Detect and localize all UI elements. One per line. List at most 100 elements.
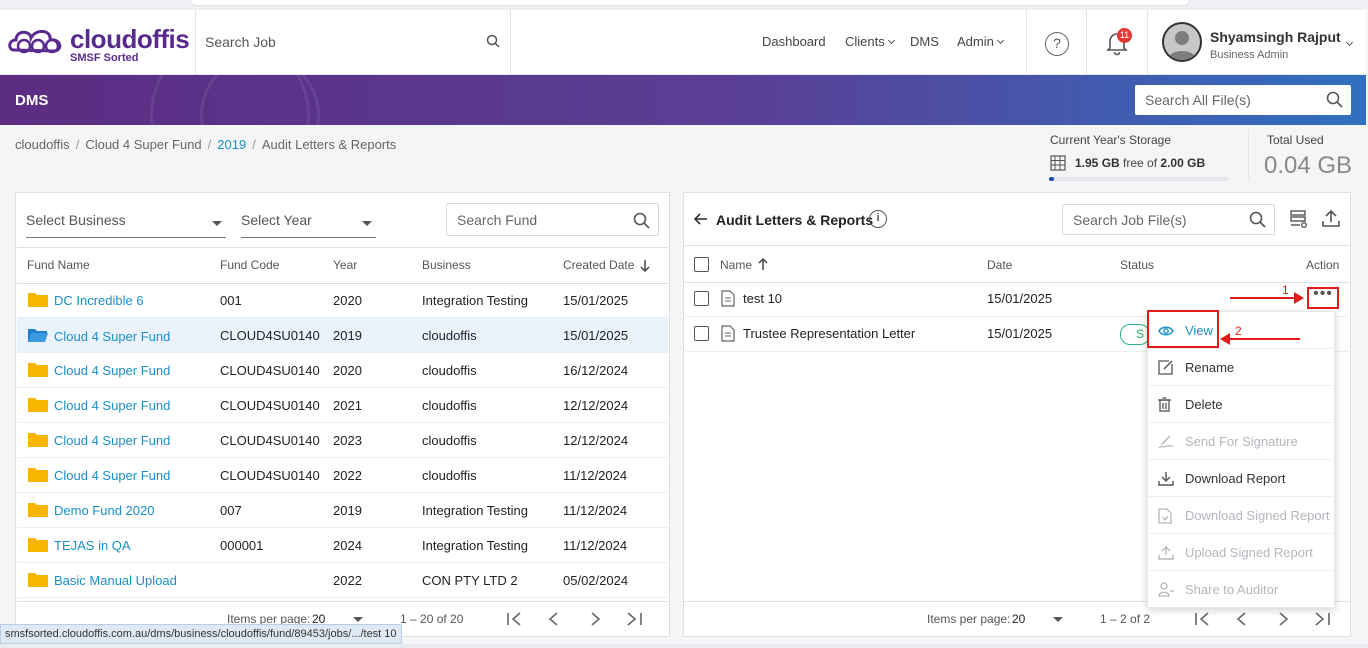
row-checkbox[interactable] [694,326,709,341]
menu-item-delete[interactable]: Delete [1148,386,1336,423]
search-icon[interactable] [1326,91,1343,108]
fund-created-date: 11/12/2024 [563,538,628,553]
fund-name[interactable]: Demo Fund 2020 [54,503,154,518]
select-business[interactable]: Select Business [26,212,226,238]
column-header[interactable]: Fund Code [220,258,279,272]
menu-item-label: Download Report [1185,471,1286,486]
column-header[interactable]: Date [987,258,1012,272]
column-header[interactable]: Fund Name [27,258,90,272]
help-icon[interactable]: ? [1045,32,1069,56]
fund-created-date: 11/12/2024 [563,503,628,518]
storage-free: 1.95 GB [1075,156,1120,170]
table-row[interactable]: Cloud 4 Super Fund CLOUD4SU0140 2023 cloudo… [17,423,668,458]
search-job-input[interactable]: Search Job [205,34,276,50]
columns-settings-icon[interactable] [1290,210,1308,228]
select-year-label: Select Year [241,212,312,228]
nav-clients[interactable]: Clients [845,34,895,49]
row-checkbox[interactable] [694,291,709,306]
file-name[interactable]: Trustee Representation Letter [743,326,915,341]
upload-icon[interactable] [1322,209,1340,228]
fund-name[interactable]: TEJAS in QA [54,538,131,553]
table-row[interactable]: Cloud 4 Super Fund CLOUD4SU0140 2021 cloudo… [17,388,668,423]
fund-name[interactable]: Basic Manual Upload [54,573,177,588]
pager-controls[interactable] [505,611,645,627]
search-icon[interactable] [486,34,500,48]
column-header[interactable]: Year [333,258,357,272]
chevron-down-icon [1053,617,1064,622]
table-row[interactable]: Demo Fund 2020 007 2019 Integration Testing… [17,493,668,528]
app-header: cloudoffis SMSF Sorted Search Job Dashbo… [0,10,1366,75]
column-header[interactable]: Status [1120,258,1154,272]
menu-item-download-report[interactable]: Download Report [1148,460,1336,497]
arrow-up-icon[interactable] [758,257,768,271]
folder-icon [27,502,49,523]
menu-item-download-signed-report[interactable]: Download Signed Report [1148,497,1336,534]
fund-code: CLOUD4SU0140 [220,328,320,343]
search-icon[interactable] [633,212,650,229]
fund-business: Integration Testing [422,503,528,518]
arrowhead-icon [1294,292,1304,304]
items-per-page-select[interactable]: 20 [1012,612,1064,626]
chevron-down-icon[interactable] [1345,38,1354,47]
fund-code: CLOUD4SU0140 [220,398,320,413]
storage-free-of: free of [1123,156,1158,170]
search-all-files-input[interactable]: Search All File(s) [1135,85,1351,115]
nav-admin[interactable]: Admin [957,34,1004,49]
back-arrow-icon[interactable] [693,212,708,226]
fund-name[interactable]: DC Incredible 6 [54,293,144,308]
fund-year: 2020 [333,363,362,378]
pager-controls[interactable] [1193,611,1333,627]
brand-name: cloudoffis [70,24,190,54]
breadcrumb-item[interactable]: 2019 [217,137,246,152]
table-row[interactable]: Cloud 4 Super Fund CLOUD4SU0140 2019 cloudo… [17,318,668,353]
fund-name[interactable]: Cloud 4 Super Fund [54,433,170,448]
fund-name[interactable]: Cloud 4 Super Fund [54,363,170,378]
file-name[interactable]: test 10 [743,291,782,306]
info-icon[interactable]: i [869,210,887,228]
breadcrumb-item[interactable]: cloudoffis [15,137,70,152]
avatar[interactable] [1162,22,1202,62]
total-used-value: 0.04 GB [1264,152,1353,179]
table-row[interactable]: Cloud 4 Super Fund CLOUD4SU0140 2020 cloudo… [17,353,668,388]
search-job-files-input[interactable]: Search Job File(s) [1062,204,1275,235]
search-icon[interactable] [1249,211,1266,228]
fund-year: 2019 [333,503,362,518]
fund-year: 2021 [333,398,362,413]
folder-icon [27,467,49,488]
nav-dms[interactable]: DMS [910,34,939,49]
breadcrumb-current: Audit Letters & Reports [261,137,397,152]
items-per-page-label: Items per page: [927,612,1011,626]
table-row[interactable]: Cloud 4 Super Fund CLOUD4SU0140 2022 cloudo… [17,458,668,493]
upload-icon [1158,546,1174,560]
fund-name[interactable]: Cloud 4 Super Fund [54,468,170,483]
menu-item-rename[interactable]: Rename [1148,349,1336,386]
search-fund-input[interactable]: Search Fund [446,203,659,236]
table-row[interactable]: DC Incredible 6 001 2020 Integration Testin… [17,283,668,318]
menu-item-send-for-signature[interactable]: Send For Signature [1148,423,1336,460]
storage-progress [1049,177,1229,181]
column-header[interactable]: Created Date [563,258,634,272]
chevron-down-icon [353,617,364,622]
fund-business: Integration Testing [422,293,528,308]
select-year[interactable]: Select Year [241,212,376,238]
fund-name[interactable]: Cloud 4 Super Fund [54,398,170,413]
more-actions-button[interactable]: ••• [1307,286,1339,309]
folder-icon [27,537,49,558]
column-header[interactable]: Name [720,258,752,272]
menu-item-upload-signed-report[interactable]: Upload Signed Report [1148,534,1336,571]
table-row[interactable]: TEJAS in QA 000001 2024 Integration Testing… [17,528,668,563]
cloudoffis-logo[interactable]: cloudoffis SMSF Sorted [8,24,190,64]
logo-icon [8,30,62,54]
view-highlight-box [1147,310,1219,348]
user-name[interactable]: Shyamsingh Rajput [1210,29,1341,45]
menu-item-share-to-auditor[interactable]: Share to Auditor [1148,571,1336,608]
select-all-checkbox[interactable] [694,257,709,272]
arrow-down-icon[interactable] [640,259,650,273]
table-row[interactable]: Basic Manual Upload 2022 CON PTY LTD 2 05/0… [17,563,668,598]
annotation-number: 1 [1282,283,1289,297]
breadcrumb-item[interactable]: Cloud 4 Super Fund [85,137,201,152]
column-header[interactable]: Business [422,258,471,272]
fund-name[interactable]: Cloud 4 Super Fund [54,329,170,344]
nav-dashboard[interactable]: Dashboard [762,34,826,49]
menu-item-label: Send For Signature [1185,434,1298,449]
